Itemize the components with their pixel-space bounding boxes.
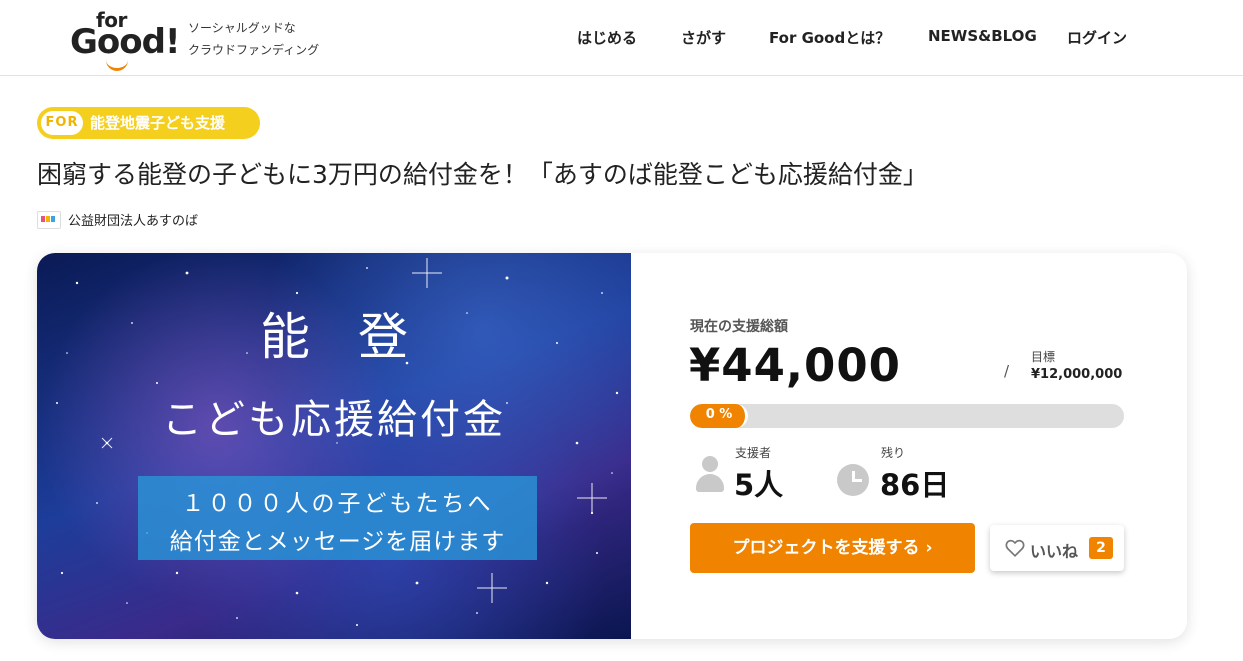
site-tagline: ソーシャルグッドな クラウドファンディング xyxy=(188,17,319,61)
tagline-line-1: ソーシャルグッドな xyxy=(188,21,296,35)
nav-about[interactable]: For Goodとは？ xyxy=(769,27,890,48)
org-logo-icon xyxy=(37,211,61,229)
site-header: for Good! ソーシャルグッドな クラウドファンディング はじめる さがす… xyxy=(0,0,1243,76)
logo-good-text: Good! xyxy=(70,22,180,62)
total-support-amount: ¥44,000 xyxy=(689,339,901,392)
nav-news-blog[interactable]: NEWS&BLOG xyxy=(928,27,1037,45)
like-count-badge: 2 xyxy=(1089,537,1113,559)
goal-amount: ¥12,000,000 xyxy=(1031,367,1123,382)
category-label: 能登地震子ども支援 xyxy=(90,114,226,132)
person-icon xyxy=(694,456,726,496)
project-card: 能登 こども応援給付金 １０００人の子どもたちへ 給付金とメッセージを届けます … xyxy=(37,253,1187,639)
remaining-label: 残り xyxy=(881,446,906,460)
clock-icon xyxy=(837,464,869,496)
heart-icon xyxy=(1005,539,1025,557)
nav-search[interactable]: さがす xyxy=(681,27,726,48)
tagline-line-2: クラウドファンディング xyxy=(188,43,320,57)
organization-name[interactable]: 公益財団法人あすのば xyxy=(68,210,198,229)
project-hero-image: 能登 こども応援給付金 １０００人の子どもたちへ 給付金とメッセージを届けます xyxy=(37,253,631,639)
hero-heading-fund: こども応援給付金 xyxy=(162,397,506,443)
like-button[interactable]: いいね 2 xyxy=(990,525,1124,571)
hero-message-line-1: １０００人の子どもたちへ xyxy=(181,491,494,517)
supporters-count: 5人 xyxy=(734,468,784,502)
support-project-button[interactable]: プロジェクトを支援する › xyxy=(690,523,975,573)
for-good-logo[interactable]: for Good! xyxy=(70,8,180,71)
progress-percent: 0 % xyxy=(705,407,733,422)
supporters-label: 支援者 xyxy=(735,446,772,460)
logo-smile-icon xyxy=(106,60,128,71)
hero-heading-noto: 能登 xyxy=(260,308,456,366)
total-support-label: 現在の支援総額 xyxy=(690,319,788,335)
nav-start[interactable]: はじめる xyxy=(577,27,637,48)
nav-login[interactable]: ログイン xyxy=(1067,27,1127,48)
project-title: 困窮する能登の子どもに3万円の給付金を！「あすのば能登こども応援給付金」 xyxy=(37,160,928,189)
like-label: いいね xyxy=(1030,542,1079,561)
hero-message-box: １０００人の子どもたちへ 給付金とメッセージを届けます xyxy=(138,476,537,560)
category-badge[interactable]: FOR 能登地震子ども支援 xyxy=(37,107,260,139)
remaining-days: 86日 xyxy=(880,468,950,502)
for-pill: FOR xyxy=(41,111,83,135)
goal-label: 目標 xyxy=(1031,350,1056,364)
progress-bar: 0 % xyxy=(690,404,1124,428)
hero-message-line-2: 給付金とメッセージを届けます xyxy=(169,529,506,555)
goal-separator: / xyxy=(1004,362,1010,380)
